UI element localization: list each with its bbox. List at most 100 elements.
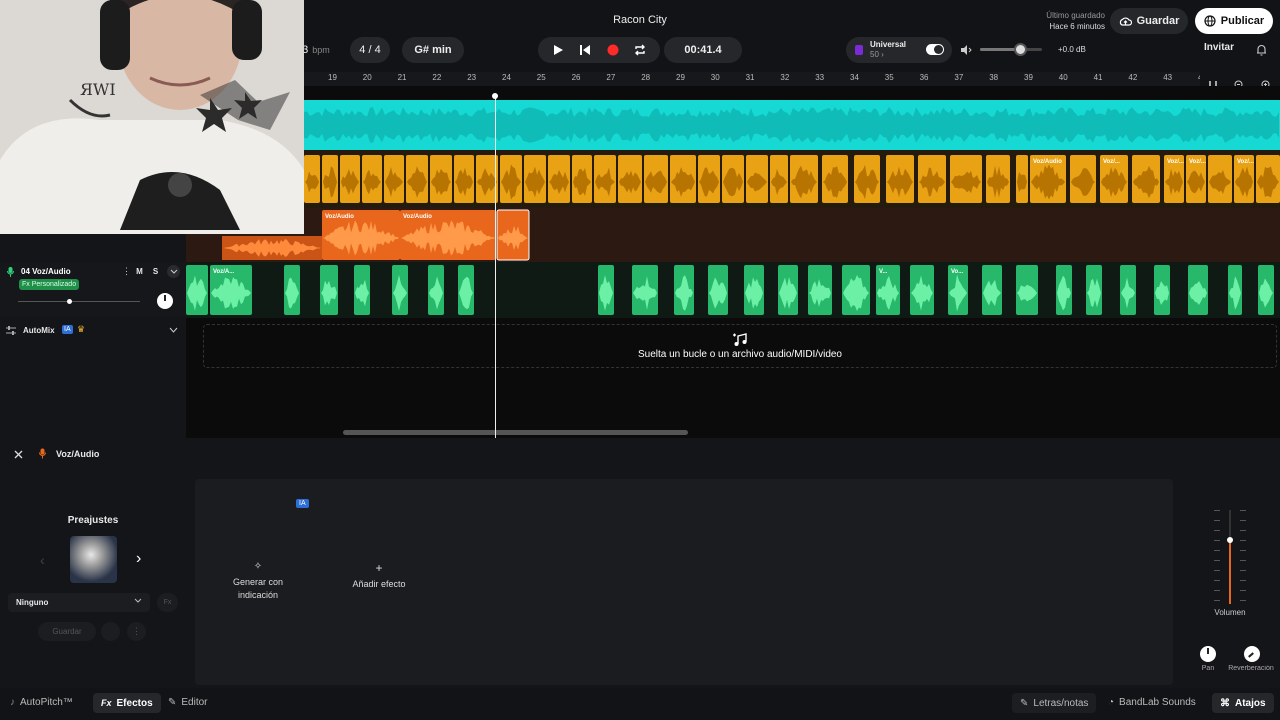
horizontal-scrollbar[interactable] xyxy=(343,430,688,435)
green-audio-clip[interactable]: Vo... xyxy=(948,265,968,315)
yellow-audio-clip[interactable] xyxy=(572,155,592,203)
yellow-audio-clip[interactable] xyxy=(950,155,982,203)
editor-tab[interactable]: ✎ Editor xyxy=(168,697,208,708)
fx-icon[interactable]: Fx xyxy=(157,593,178,612)
cyan-audio-region[interactable] xyxy=(304,100,1280,150)
preset-select[interactable]: Ninguno xyxy=(8,593,150,612)
generate-effect-button[interactable]: ✧ Generar con indicación xyxy=(216,561,300,602)
drop-zone[interactable]: Suelta un bucle o un archivo audio/MIDI/… xyxy=(203,324,1277,368)
green-audio-clip[interactable] xyxy=(1188,265,1208,315)
yellow-audio-clip[interactable] xyxy=(746,155,768,203)
green-audio-clip[interactable] xyxy=(320,265,338,315)
add-effect-button[interactable]: + Añadir efecto xyxy=(337,561,421,589)
save-button[interactable]: Guardar xyxy=(1110,8,1188,34)
yellow-audio-clip[interactable]: Voz/... xyxy=(1186,155,1206,203)
yellow-audio-clip[interactable]: Voz/Audio xyxy=(1030,155,1066,203)
green-audio-clip[interactable]: Voz/A... xyxy=(210,265,252,315)
publish-button[interactable]: Publicar xyxy=(1195,8,1273,34)
yellow-audio-clip[interactable] xyxy=(986,155,1010,203)
orange-audio-clip[interactable]: Voz/Audio xyxy=(322,210,400,260)
yellow-audio-clip[interactable] xyxy=(500,155,522,203)
chevron-down-icon[interactable] xyxy=(167,265,180,278)
orange-audio-clip[interactable]: Voz/Audio xyxy=(400,210,496,260)
green-audio-clip[interactable] xyxy=(632,265,658,315)
playhead[interactable] xyxy=(495,94,496,438)
green-audio-clip[interactable] xyxy=(392,265,408,315)
volume-fader[interactable] xyxy=(1210,510,1250,608)
yellow-audio-clip[interactable] xyxy=(1016,155,1028,203)
green-audio-clip[interactable] xyxy=(1056,265,1072,315)
green-audio-clip[interactable] xyxy=(842,265,870,315)
green-audio-clip[interactable] xyxy=(674,265,694,315)
track4-pan-knob[interactable] xyxy=(157,293,173,309)
playhead-handle[interactable] xyxy=(492,93,498,99)
bandlab-sounds-button[interactable]: ◔ BandLab Sounds xyxy=(1108,697,1196,708)
track4-solo-button[interactable]: S xyxy=(149,265,162,278)
yellow-audio-clip[interactable] xyxy=(594,155,616,203)
pan-knob[interactable] xyxy=(1200,646,1216,662)
yellow-audio-clip[interactable] xyxy=(698,155,720,203)
automix-row[interactable]: AutoMix IA ♛ xyxy=(0,320,186,342)
green-audio-clip[interactable] xyxy=(910,265,934,315)
speaker-icon[interactable] xyxy=(960,44,972,56)
yellow-audio-clip[interactable] xyxy=(1070,155,1096,203)
time-signature[interactable]: 4 / 4 xyxy=(350,37,390,63)
track4-volume-slider[interactable] xyxy=(18,301,140,302)
yellow-audio-clip[interactable]: Voz/... xyxy=(1164,155,1184,203)
shortcuts-button[interactable]: ⌘ Atajos xyxy=(1212,693,1274,713)
green-audio-clip[interactable] xyxy=(1086,265,1102,315)
loop-icon[interactable] xyxy=(634,44,646,56)
green-audio-clip[interactable] xyxy=(708,265,728,315)
yellow-audio-clip[interactable] xyxy=(1132,155,1160,203)
track4-menu-icon[interactable]: ⋮ xyxy=(122,266,131,277)
green-audio-clip[interactable]: V... xyxy=(876,265,900,315)
share-icon[interactable] xyxy=(101,622,120,641)
green-audio-clip[interactable] xyxy=(1258,265,1274,315)
green-audio-clip[interactable] xyxy=(778,265,798,315)
play-icon[interactable] xyxy=(552,44,564,56)
yellow-audio-clip[interactable] xyxy=(362,155,382,203)
yellow-audio-clip[interactable]: Voz/... xyxy=(1100,155,1128,203)
green-audio-clip[interactable] xyxy=(598,265,614,315)
yellow-audio-clip[interactable] xyxy=(722,155,744,203)
track4-fx-badge[interactable]: Fx Personalizado xyxy=(19,279,80,290)
autopitch-tab[interactable]: ♪ AutoPitch™ xyxy=(10,697,73,708)
yellow-audio-clip[interactable] xyxy=(886,155,914,203)
green-audio-clip[interactable] xyxy=(1016,265,1038,315)
green-audio-clip[interactable] xyxy=(428,265,444,315)
yellow-audio-clip[interactable] xyxy=(384,155,404,203)
green-audio-clip[interactable] xyxy=(354,265,370,315)
yellow-audio-clip[interactable] xyxy=(1208,155,1232,203)
yellow-audio-clip[interactable] xyxy=(322,155,338,203)
lyrics-button[interactable]: ✎ Letras/notas xyxy=(1012,693,1097,713)
chevron-left-icon[interactable]: ‹ xyxy=(40,552,45,568)
yellow-audio-clip[interactable] xyxy=(304,155,320,203)
yellow-audio-clip[interactable] xyxy=(822,155,848,203)
green-audio-clip[interactable] xyxy=(744,265,764,315)
yellow-audio-clip[interactable] xyxy=(770,155,788,203)
yellow-audio-clip[interactable] xyxy=(430,155,452,203)
reverb-knob[interactable] xyxy=(1244,646,1260,662)
yellow-audio-clip[interactable] xyxy=(454,155,474,203)
track4-name[interactable]: 04 Voz/Audio xyxy=(21,267,71,276)
yellow-audio-clip[interactable]: Voz/... xyxy=(1234,155,1254,203)
green-audio-clip[interactable] xyxy=(808,265,832,315)
skip-back-icon[interactable] xyxy=(579,44,591,56)
yellow-audio-clip[interactable] xyxy=(854,155,880,203)
green-audio-clip[interactable] xyxy=(1120,265,1136,315)
timeline-ruler[interactable]: 19 20 21 22 23 24 25 26 27 28 29 30 31 32 33 34 35 36 37 38… xyxy=(304,72,1280,86)
preset-save-button[interactable]: Guardar xyxy=(38,622,96,641)
invite-button[interactable]: Invitar xyxy=(1196,42,1242,53)
green-audio-clip[interactable] xyxy=(284,265,300,315)
track-header-4[interactable]: 04 Voz/Audio ⋮ M S Fx Personalizado xyxy=(0,262,186,316)
record-icon[interactable] xyxy=(607,44,619,56)
green-audio-clip[interactable] xyxy=(1154,265,1170,315)
yellow-audio-clip[interactable] xyxy=(618,155,642,203)
yellow-audio-clip[interactable] xyxy=(1256,155,1280,203)
track4-mute-button[interactable]: M xyxy=(133,265,146,278)
mastering-toggle[interactable] xyxy=(926,44,944,55)
yellow-audio-clip[interactable] xyxy=(790,155,818,203)
yellow-audio-clip[interactable] xyxy=(670,155,696,203)
yellow-audio-clip[interactable] xyxy=(524,155,546,203)
effects-tab[interactable]: Fx Efectos xyxy=(93,693,161,713)
